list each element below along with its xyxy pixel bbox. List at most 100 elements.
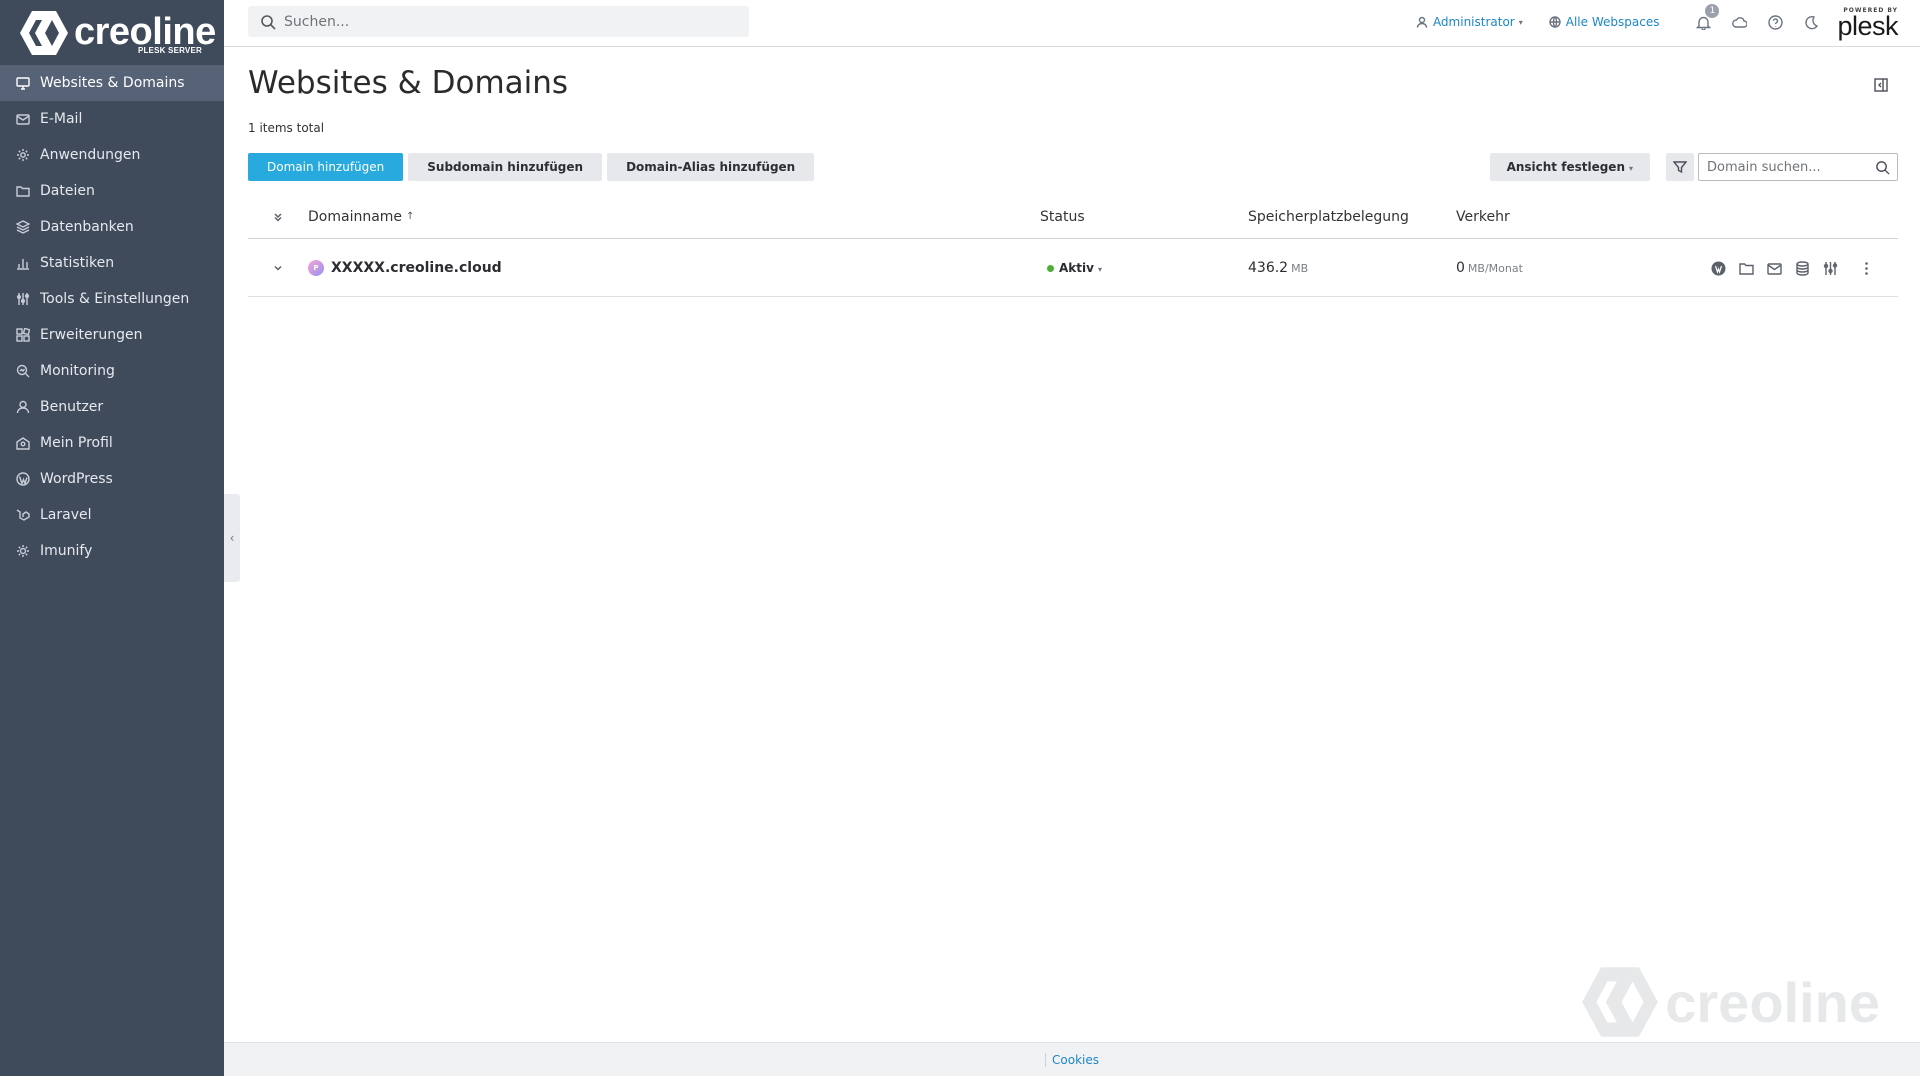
table-row: P XXXXX.creoline.cloud Aktiv ▾ 436.2 MB 0M…: [248, 239, 1898, 297]
side-panel-toggle[interactable]: [1874, 77, 1890, 93]
column-header-status[interactable]: Status: [1040, 209, 1248, 225]
top-bar: Administrator ▾ Alle Webspaces 1 POWERED…: [224, 0, 1920, 47]
help-button[interactable]: [1757, 14, 1793, 30]
more-vertical-icon: [1864, 261, 1868, 275]
sidebar-item-tools-einstellungen[interactable]: Tools & Einstellungen: [0, 281, 224, 317]
filter-icon: [1673, 161, 1687, 174]
sidebar-item-imunify[interactable]: Imunify: [0, 533, 224, 569]
wordpress-action[interactable]: [1704, 261, 1732, 276]
row-actions: [1704, 239, 1880, 297]
sidebar-item-benutzer[interactable]: Benutzer: [0, 389, 224, 425]
file-manager-action[interactable]: [1732, 261, 1760, 276]
sidebar-item-label: Erweiterungen: [40, 327, 143, 343]
watermark-text: creoline: [1665, 970, 1880, 1034]
search-icon[interactable]: [1875, 160, 1890, 175]
column-header-traffic[interactable]: Verkehr: [1456, 209, 1656, 225]
wordpress-icon: [16, 472, 30, 486]
user-menu[interactable]: Administrator ▾: [1416, 15, 1523, 29]
panel-toggle-icon: [1874, 78, 1888, 92]
stack-icon: [16, 220, 30, 234]
folder-icon: [1738, 262, 1754, 275]
databases-action[interactable]: [1788, 260, 1816, 276]
sidebar-item-label: Benutzer: [40, 399, 104, 415]
toolbar-right: Ansicht festlegen ▾: [1489, 153, 1898, 181]
notification-badge: 1: [1705, 3, 1720, 18]
sidebar-item-label: Datenbanken: [40, 219, 134, 235]
envelope-icon: [1766, 262, 1782, 275]
column-header-storage[interactable]: Speicherplatzbelegung: [1248, 209, 1456, 225]
cloud-button[interactable]: [1721, 15, 1757, 30]
add-subdomain-button[interactable]: Subdomain hinzufügen: [408, 153, 603, 181]
chevron-down-icon: [274, 265, 282, 271]
add-domain-button[interactable]: Domain hinzufügen: [248, 153, 404, 181]
site-favicon-icon: P: [308, 259, 324, 276]
plesk-logo[interactable]: POWERED BY plesk: [1837, 7, 1898, 40]
view-settings-button[interactable]: Ansicht festlegen ▾: [1489, 153, 1650, 181]
sidebar-item-mein-profil[interactable]: Mein Profil: [0, 425, 224, 461]
main-content: Websites & Domains 1 items total Domain …: [248, 47, 1898, 297]
expand-all-button[interactable]: [248, 212, 308, 222]
dark-mode-toggle[interactable]: [1793, 15, 1829, 30]
domain-link[interactable]: XXXXX.creoline.cloud: [331, 260, 502, 276]
sidebar-collapse-button[interactable]: ‹: [224, 494, 240, 582]
sidebar-item-erweiterungen[interactable]: Erweiterungen: [0, 317, 224, 353]
column-header-domain-label: Domainname: [308, 208, 403, 225]
bar-chart-icon: [16, 256, 30, 270]
sidebar-item-email[interactable]: E-Mail: [0, 101, 224, 137]
sidebar-item-laravel[interactable]: Laravel: [0, 497, 224, 533]
settings-action[interactable]: [1816, 261, 1844, 276]
creoline-watermark-icon: [1582, 967, 1659, 1037]
sidebar-item-label: Monitoring: [40, 363, 115, 379]
domain-search-input[interactable]: [1707, 159, 1871, 175]
sidebar-item-label: E-Mail: [40, 111, 83, 127]
brand-logo[interactable]: creoline PLESK SERVER: [0, 0, 224, 65]
sidebar-item-anwendungen[interactable]: Anwendungen: [0, 137, 224, 173]
column-header-domain[interactable]: Domainname ↑: [308, 209, 1040, 225]
globe-icon: [1549, 16, 1561, 28]
sidebar-item-label: WordPress: [40, 471, 113, 487]
notifications-button[interactable]: 1: [1685, 3, 1721, 30]
add-domain-alias-button[interactable]: Domain-Alias hinzufügen: [607, 153, 815, 181]
mail-action[interactable]: [1760, 261, 1788, 276]
puzzle-icon: [16, 328, 30, 342]
sidebar-item-label: Statistiken: [40, 255, 115, 271]
storage-unit: MB: [1291, 261, 1309, 275]
domain-search[interactable]: [1698, 153, 1898, 181]
cloud-icon: [1732, 16, 1747, 28]
status-badge: Aktiv: [1059, 260, 1094, 275]
list-toolbar: Domain hinzufügen Subdomain hinzufügen D…: [248, 153, 1898, 181]
sidebar-item-dateien[interactable]: Dateien: [0, 173, 224, 209]
filter-button[interactable]: [1666, 153, 1694, 181]
webspaces-menu[interactable]: Alle Webspaces: [1549, 15, 1660, 29]
global-search-input[interactable]: [284, 13, 724, 30]
folder-icon: [16, 184, 30, 198]
status-cell[interactable]: Aktiv ▾: [1040, 260, 1248, 276]
envelope-icon: [16, 112, 30, 126]
user-label: Administrator: [1432, 15, 1515, 29]
sidebar-item-label: Imunify: [40, 543, 93, 559]
user-icon: [16, 400, 30, 414]
traffic-value: 0: [1456, 259, 1465, 276]
sidebar-item-datenbanken[interactable]: Datenbanken: [0, 209, 224, 245]
sidebar-item-monitoring[interactable]: Monitoring: [0, 353, 224, 389]
sidebar-item-wordpress[interactable]: WordPress: [0, 461, 224, 497]
search-icon: [261, 14, 276, 30]
chevron-down-icon: ▾: [1097, 264, 1102, 274]
global-search[interactable]: [248, 6, 749, 37]
more-actions-button[interactable]: [1852, 261, 1880, 276]
sidebar-item-label: Laravel: [40, 507, 92, 523]
sidebar-item-websites-domains[interactable]: Websites & Domains: [0, 65, 224, 101]
view-settings-label: Ansicht festlegen: [1506, 160, 1625, 174]
sidebar-item-statistiken[interactable]: Statistiken: [0, 245, 224, 281]
sliders-icon: [16, 292, 30, 306]
gear-icon: [16, 148, 30, 162]
double-chevron-down-icon: [274, 212, 282, 222]
sliders-icon: [1823, 261, 1837, 275]
table-header: Domainname ↑ Status Speicherplatzbelegun…: [248, 195, 1898, 239]
webspaces-label: Alle Webspaces: [1565, 15, 1660, 29]
sidebar-item-label: Tools & Einstellungen: [40, 291, 190, 307]
creoline-watermark: creoline: [1579, 964, 1880, 1040]
status-active-dot: [1047, 264, 1054, 272]
cookies-link[interactable]: Cookies: [1045, 1052, 1099, 1067]
row-expand-button[interactable]: [248, 263, 308, 273]
